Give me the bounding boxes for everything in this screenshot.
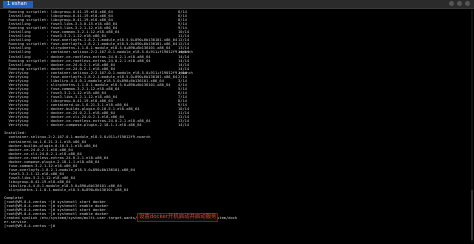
- terminal-line-text: [root@VM-0-4-centos ~]#: [4, 224, 58, 229]
- window-controls: [449, 1, 470, 6]
- maximize-icon[interactable]: [457, 1, 462, 6]
- terminal-line: [root@VM-0-4-centos ~]#: [4, 224, 470, 228]
- annotation-label: 设置docker开机启动并启动服务: [137, 213, 219, 222]
- session-tab[interactable]: 1 eshan: [3, 1, 33, 8]
- terminal-output[interactable]: Running scriptlet: libcgroup-0.41-19.el8…: [4, 10, 470, 242]
- minimize-icon[interactable]: [449, 1, 454, 6]
- terminal-scrollbar[interactable]: [471, 10, 473, 242]
- session-tab-label: 1 eshan: [7, 1, 27, 7]
- scrollbar-thumb[interactable]: [471, 190, 473, 240]
- tab-bar: 1 eshan: [0, 0, 474, 9]
- terminal-window: 1 eshan Running scriptlet: libcgroup-0.4…: [0, 0, 474, 244]
- close-icon[interactable]: [465, 1, 470, 6]
